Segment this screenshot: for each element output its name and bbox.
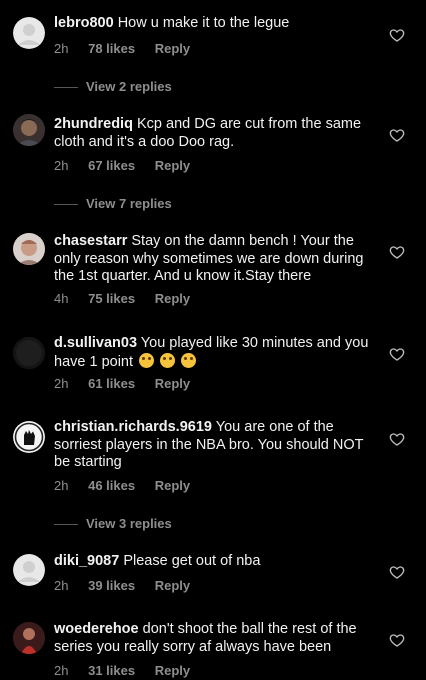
- like-heart-icon[interactable]: [389, 632, 405, 648]
- comment-meta: 2h 61 likes Reply: [54, 376, 206, 391]
- avatar[interactable]: [13, 233, 45, 265]
- comment-text: lebro800 How u make it to the legue: [54, 15, 376, 33]
- divider: [54, 204, 78, 206]
- divider: [54, 87, 78, 89]
- avatar[interactable]: [13, 622, 45, 654]
- crying-laughing-icon: [181, 352, 197, 368]
- comment-meta: 2h 78 likes Reply: [54, 41, 206, 56]
- reply-button[interactable]: Reply: [155, 663, 190, 678]
- comment-username[interactable]: woederehoe: [54, 621, 139, 637]
- comment-time: 2h: [54, 376, 69, 391]
- crying-laughing-icon: [139, 352, 155, 368]
- avatar[interactable]: [13, 554, 45, 586]
- view-replies-label: View 2 replies: [86, 79, 172, 94]
- comment-time: 2h: [54, 158, 69, 173]
- like-heart-icon[interactable]: [389, 431, 405, 447]
- avatar[interactable]: [13, 337, 45, 369]
- comment-likes[interactable]: 67 likes: [88, 158, 135, 173]
- comment-time: 2h: [54, 578, 69, 593]
- reply-button[interactable]: Reply: [155, 41, 190, 56]
- comment-meta: 2h 39 likes Reply: [54, 578, 206, 593]
- comment-text: 2hundrediq Kcp and DG are cut from the s…: [54, 116, 376, 151]
- comment-likes[interactable]: 39 likes: [88, 578, 135, 593]
- view-replies-button[interactable]: View 7 replies: [54, 196, 172, 211]
- comment-likes[interactable]: 61 likes: [88, 376, 135, 391]
- reply-button[interactable]: Reply: [155, 478, 190, 493]
- comment-meta: 2h 67 likes Reply: [54, 158, 206, 173]
- comment-likes[interactable]: 78 likes: [88, 41, 135, 56]
- like-heart-icon[interactable]: [389, 27, 405, 43]
- comment-username[interactable]: chasestarr: [54, 233, 127, 249]
- reply-button[interactable]: Reply: [155, 578, 190, 593]
- crying-laughing-icon: [160, 352, 176, 368]
- view-replies-label: View 3 replies: [86, 516, 172, 531]
- avatar[interactable]: [13, 114, 45, 146]
- like-heart-icon[interactable]: [389, 564, 405, 580]
- view-replies-button[interactable]: View 2 replies: [54, 79, 172, 94]
- divider: [54, 524, 78, 526]
- comment-time: 2h: [54, 41, 69, 56]
- comment-text: diki_9087 Please get out of nba: [54, 553, 376, 571]
- comment-body: How u make it to the legue: [117, 15, 290, 31]
- like-heart-icon[interactable]: [389, 127, 405, 143]
- comment-username[interactable]: lebro800: [54, 15, 114, 31]
- comment-body: Please get out of nba: [123, 553, 261, 569]
- comment-text: woederehoe don't shoot the ball the rest…: [54, 621, 376, 656]
- avatar[interactable]: [13, 421, 45, 453]
- comment-text: chasestarr Stay on the damn bench ! Your…: [54, 233, 376, 286]
- comment-text: d.sullivan03 You played like 30 minutes …: [54, 335, 376, 371]
- comment-meta: 4h 75 likes Reply: [54, 291, 206, 306]
- comment-meta: 2h 46 likes Reply: [54, 478, 206, 493]
- like-heart-icon[interactable]: [389, 346, 405, 362]
- comment-likes[interactable]: 31 likes: [88, 663, 135, 678]
- comment-meta: 2h 31 likes Reply: [54, 663, 206, 678]
- view-replies-button[interactable]: View 3 replies: [54, 516, 172, 531]
- avatar[interactable]: [13, 17, 45, 49]
- reply-button[interactable]: Reply: [155, 291, 190, 306]
- comment-likes[interactable]: 75 likes: [88, 291, 135, 306]
- comment-text: christian.richards.9619 You are one of t…: [54, 419, 376, 472]
- comment-time: 2h: [54, 663, 69, 678]
- comment-time: 2h: [54, 478, 69, 493]
- comment-time: 4h: [54, 291, 69, 306]
- view-replies-label: View 7 replies: [86, 196, 172, 211]
- comment-username[interactable]: d.sullivan03: [54, 335, 137, 351]
- comment-username[interactable]: christian.richards.9619: [54, 419, 212, 435]
- reply-button[interactable]: Reply: [155, 158, 190, 173]
- comment-likes[interactable]: 46 likes: [88, 478, 135, 493]
- reply-button[interactable]: Reply: [155, 376, 190, 391]
- like-heart-icon[interactable]: [389, 244, 405, 260]
- comment-username[interactable]: diki_9087: [54, 553, 119, 569]
- comment-username[interactable]: 2hundrediq: [54, 116, 133, 132]
